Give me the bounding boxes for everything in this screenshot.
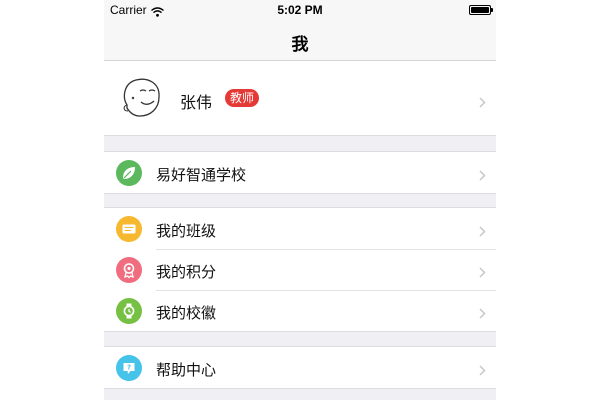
- profile-row[interactable]: 张伟 教师: [104, 61, 496, 136]
- menu-item-label: 我的班级: [156, 222, 217, 240]
- status-time: 5:02 PM: [277, 3, 323, 17]
- medal-icon: [116, 257, 142, 283]
- phone-screen: Carrier 5:02 PM 我 张伟 教师 易好智通学校 我的班级 我的积分…: [104, 0, 496, 400]
- school-group: 易好智通学校: [104, 151, 496, 194]
- status-bar: Carrier 5:02 PM: [104, 0, 496, 20]
- page-title: 我: [291, 35, 309, 55]
- help-group: ? 帮助中心: [104, 346, 496, 389]
- role-badge: 教师: [225, 89, 260, 107]
- help-icon: ?: [116, 355, 142, 381]
- menu-item-school[interactable]: 易好智通学校: [104, 152, 496, 193]
- chevron-right-icon: [479, 166, 486, 185]
- battery-full-icon: [469, 5, 493, 15]
- chevron-right-icon: [479, 93, 486, 112]
- menu-item-label: 帮助中心: [156, 361, 217, 379]
- menu-item-label: 我的校徽: [156, 304, 217, 322]
- chevron-right-icon: [479, 263, 486, 282]
- class-card-icon: [116, 216, 142, 242]
- chevron-right-icon: [479, 304, 486, 323]
- personal-group: 我的班级 我的积分 我的校徽: [104, 207, 496, 332]
- menu-item-my-points[interactable]: 我的积分: [104, 249, 496, 290]
- avatar: [118, 75, 164, 121]
- menu-item-help-center[interactable]: ? 帮助中心: [104, 347, 496, 388]
- menu-item-my-class[interactable]: 我的班级: [104, 208, 496, 249]
- menu-item-my-badge[interactable]: 我的校徽: [104, 290, 496, 331]
- chevron-right-icon: [479, 222, 486, 241]
- menu-item-label: 我的积分: [156, 263, 217, 281]
- user-name: 张伟: [180, 93, 213, 112]
- badge-watch-icon: [116, 298, 142, 324]
- chevron-right-icon: [479, 361, 486, 380]
- svg-text:?: ?: [127, 364, 131, 372]
- navigation-bar: 我: [104, 20, 496, 61]
- menu-item-label: 易好智通学校: [156, 166, 247, 184]
- leaf-icon: [116, 160, 142, 186]
